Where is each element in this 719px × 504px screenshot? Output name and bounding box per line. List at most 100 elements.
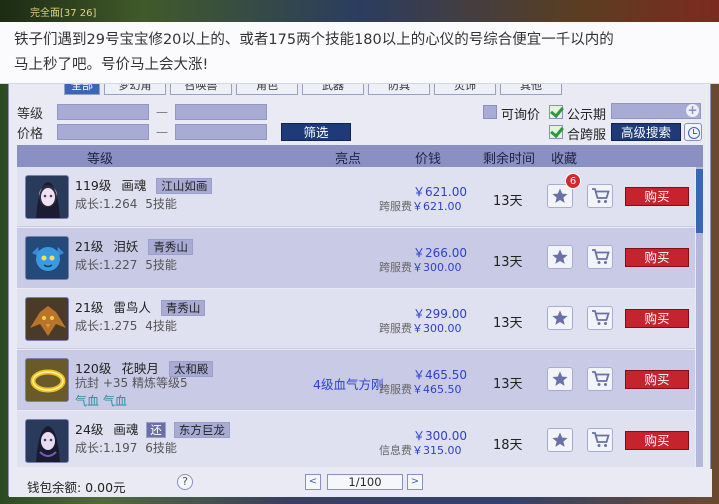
prev-page-button[interactable]: < [305, 474, 321, 490]
avatar [25, 297, 69, 341]
favorite-count-badge: 6 [565, 173, 581, 189]
cart-icon[interactable] [587, 184, 613, 208]
avatar [25, 419, 69, 463]
avatar [25, 358, 69, 402]
announcement-line-1: 铁子们遇到29号宝宝修20以上的、或者175两个技能180以上的心仪的号综合便宜… [14, 32, 614, 48]
list-item[interactable]: 21级 雷鸟人 青秀山 成长:1.275 4技能 ￥299.00 跨服费￥300… [17, 289, 695, 349]
item-name: 泪妖 [113, 239, 139, 254]
public-period-label: 公示期 [567, 108, 607, 123]
col-level[interactable]: 等级 [87, 148, 113, 167]
fee-label: 跨服费 [379, 261, 412, 274]
next-page-button[interactable]: > [407, 474, 423, 490]
fee-value: ￥621.00 [412, 200, 462, 213]
item-skills: 5技能 [145, 258, 177, 272]
item-highlight: 4级血气方刚 [313, 377, 384, 392]
cart-icon[interactable] [587, 367, 613, 391]
public-period-checkbox[interactable] [549, 105, 563, 119]
star-icon[interactable] [547, 245, 573, 269]
item-fee: 跨服费￥300.00 [379, 259, 462, 275]
help-icon[interactable]: ? [177, 474, 193, 490]
level-min-input[interactable] [57, 104, 149, 120]
server-tag: 江山如画 [156, 178, 213, 194]
price-label: 价格 [17, 126, 44, 142]
fee-label: 跨服费 [379, 200, 412, 213]
announcement-banner: 铁子们遇到29号宝宝修20以上的、或者175两个技能180以上的心仪的号综合便宜… [0, 22, 719, 84]
page-indicator: 1/100 [327, 474, 403, 490]
wallet-balance: 钱包余额: 0.00元 [27, 480, 126, 495]
list-item[interactable]: 119级 画魂 江山如画 成长:1.264 5技能 ￥621.00 跨服费￥62… [17, 167, 695, 227]
fee-label: 信息费 [379, 444, 412, 457]
range-separator: — [156, 125, 168, 139]
fee-value: ￥315.00 [412, 444, 462, 457]
buy-button[interactable]: 购买 [625, 187, 689, 206]
announcement-line-2: 马上秒了吧。号价马上会大涨! [14, 57, 209, 73]
price-max-input[interactable] [175, 124, 267, 140]
buy-button[interactable]: 购买 [625, 248, 689, 267]
buy-button[interactable]: 购买 [625, 309, 689, 328]
fee-value: ￥465.50 [412, 383, 462, 396]
cart-icon[interactable] [587, 306, 613, 330]
cross-server-label: 合跨服 [567, 128, 607, 143]
buy-button[interactable]: 购买 [625, 431, 689, 450]
col-remaining[interactable]: 剩余时间 [483, 148, 535, 167]
fee-value: ￥300.00 [412, 322, 462, 335]
range-separator: — [156, 105, 168, 119]
fee-label: 跨服费 [379, 383, 412, 396]
item-name: 画魂 [113, 422, 139, 437]
bargain-tag: 还 [146, 422, 166, 438]
list-item[interactable]: 21级 泪妖 青秀山 成长:1.227 5技能 ￥266.00 跨服费￥300.… [17, 228, 695, 288]
list-item[interactable]: 120级 花映月 太和殿 抗封 +35 精炼等级5 气血 气血 4级血气方刚 ￥… [17, 350, 695, 410]
item-level: 21级 [75, 300, 104, 315]
clock-icon[interactable] [684, 123, 702, 141]
buy-button[interactable]: 购买 [625, 370, 689, 389]
item-days: 13天 [493, 316, 523, 331]
item-fee: 信息费￥315.00 [379, 442, 462, 458]
server-tag: 青秀山 [160, 300, 206, 316]
cart-icon[interactable] [587, 245, 613, 269]
col-highlight: 亮点 [335, 152, 362, 167]
item-fee: 跨服费￥621.00 [379, 198, 462, 214]
cross-server-checkbox[interactable] [549, 125, 563, 139]
price-min-input[interactable] [57, 124, 149, 140]
plus-icon[interactable]: + [686, 104, 699, 117]
level-max-input[interactable] [175, 104, 267, 120]
item-title: 119级 画魂 江山如画 [75, 175, 213, 194]
item-growth: 成长:1.264 [75, 197, 138, 211]
negotiable-checkbox[interactable] [483, 105, 497, 119]
item-stats: 抗封 +35 精炼等级5 [75, 376, 188, 390]
item-name: 画魂 [121, 178, 147, 193]
item-attributes: 气血 气血 [75, 394, 127, 408]
item-list: 119级 画魂 江山如画 成长:1.264 5技能 ￥621.00 跨服费￥62… [17, 167, 695, 467]
footer-bar: 钱包余额: 0.00元 ? < 1/100 > [9, 469, 712, 497]
avatar [25, 175, 69, 219]
item-stats: 成长:1.264 5技能 [75, 195, 177, 212]
item-level: 21级 [75, 239, 104, 254]
game-top-strip: 完全面[37 26] [0, 0, 719, 22]
star-icon[interactable] [547, 306, 573, 330]
fee-label: 跨服费 [379, 322, 412, 335]
star-icon[interactable] [547, 367, 573, 391]
item-days: 13天 [493, 255, 523, 270]
list-item[interactable]: 24级 画魂 还 东方巨龙 成长:1.197 6技能 ￥300.00 信息费￥3… [17, 411, 695, 467]
item-name: 雷鸟人 [113, 300, 151, 315]
star-icon[interactable] [547, 428, 573, 452]
item-fee: 跨服费￥300.00 [379, 320, 462, 336]
filter-button[interactable]: 筛选 [281, 123, 351, 141]
scroll-thumb[interactable] [696, 169, 703, 233]
game-top-label: 完全面[37 26] [30, 8, 97, 19]
server-tag: 青秀山 [148, 239, 193, 255]
item-skills: 5技能 [145, 197, 177, 211]
advanced-search-button[interactable]: 高级搜索 [611, 123, 681, 141]
cart-icon[interactable] [587, 428, 613, 452]
item-skills: 6技能 [145, 441, 177, 455]
item-stats: 成长:1.275 4技能 [75, 317, 177, 334]
item-level: 119级 [75, 178, 112, 193]
item-stats: 成长:1.227 5技能 [75, 256, 177, 273]
list-header: 等级 亮点 价钱 剩余时间 收藏 [17, 145, 703, 167]
col-favorite: 收藏 [551, 152, 578, 167]
col-price[interactable]: 价钱 [415, 148, 441, 167]
list-scrollbar[interactable] [696, 167, 703, 467]
item-growth: 成长:1.227 [75, 258, 138, 272]
avatar [25, 236, 69, 280]
item-stats: 成长:1.197 6技能 [75, 439, 177, 456]
